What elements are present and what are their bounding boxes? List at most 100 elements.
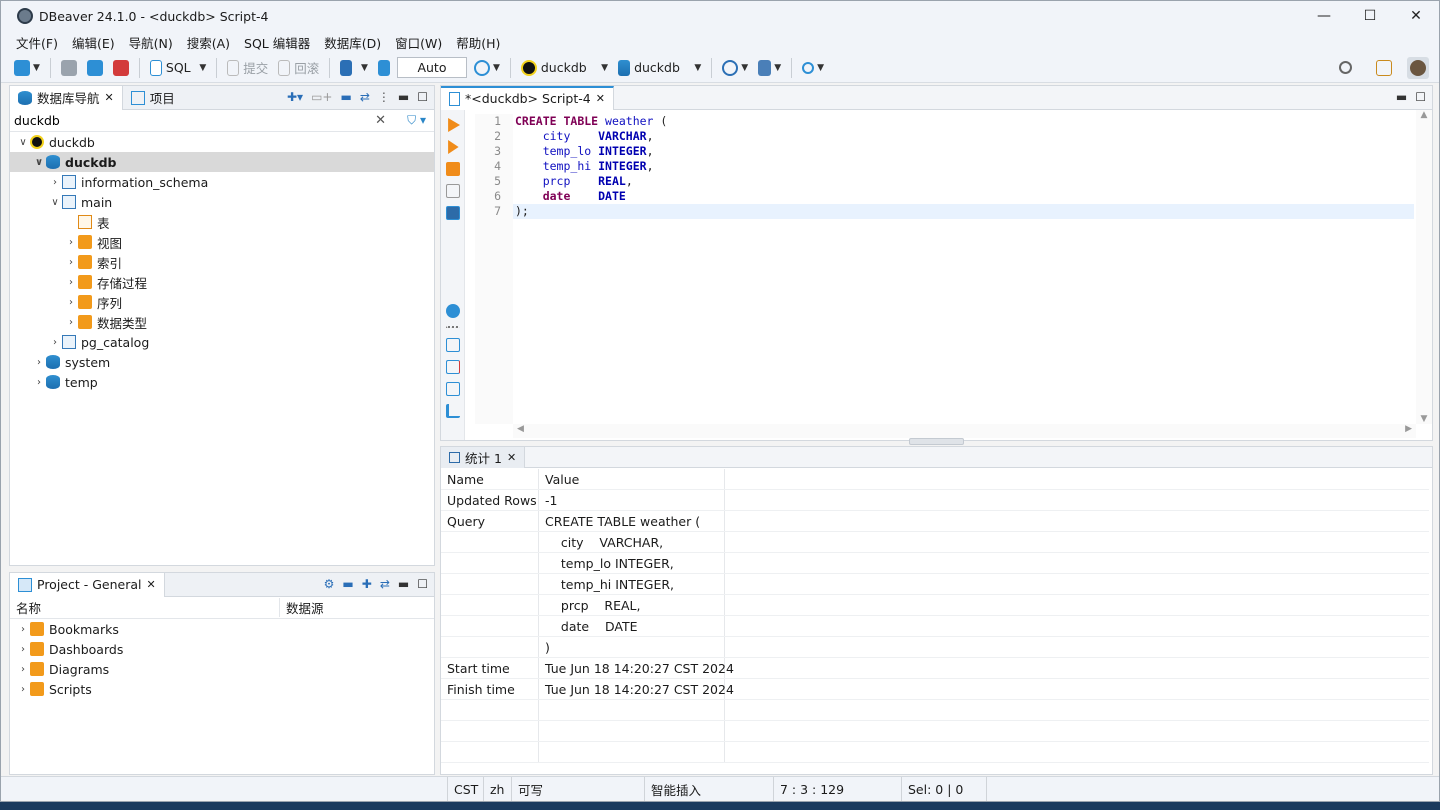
close-icon[interactable]: ✕ (105, 91, 114, 104)
tools-button[interactable]: ▼ (755, 57, 784, 79)
tree-node[interactable]: › 序列 (10, 292, 434, 312)
new-folder-icon[interactable]: ▭+ (311, 90, 332, 104)
project-item[interactable]: › Bookmarks (10, 619, 434, 639)
sql-editor-button[interactable]: SQL ▼ (147, 57, 209, 79)
grid-row[interactable]: temp_lo INTEGER, (441, 553, 1429, 574)
execute-script-icon[interactable] (446, 162, 460, 176)
grid-row[interactable]: temp_hi INTEGER, (441, 574, 1429, 595)
grid-row[interactable]: date DATE (441, 616, 1429, 637)
chevron-icon[interactable]: › (32, 357, 46, 368)
tree-node[interactable]: › 视图 (10, 232, 434, 252)
chevron-right-icon[interactable]: › (16, 664, 30, 675)
dbeaver-perspective-button[interactable] (1407, 56, 1429, 79)
collapse-all-icon[interactable]: ▬ (340, 90, 351, 104)
history-button[interactable]: ▼ (471, 57, 503, 79)
grid-row[interactable]: ) (441, 637, 1429, 658)
link-with-editor-icon[interactable]: ⇄ (360, 90, 370, 104)
search-button[interactable]: ▼ (799, 57, 827, 79)
project-item[interactable]: › Scripts (10, 679, 434, 699)
menu-sql-editor[interactable]: SQL 编辑器 (237, 33, 317, 52)
tree-node[interactable]: ∨ duckdb (10, 132, 434, 152)
chevron-icon[interactable]: ∨ (16, 137, 30, 148)
chevron-icon[interactable]: › (48, 177, 62, 188)
explain-plan-icon[interactable] (446, 184, 460, 198)
menu-database[interactable]: 数据库(D) (317, 33, 388, 52)
tree-node[interactable]: ∨ duckdb (10, 152, 434, 172)
tree-node[interactable]: › temp (10, 372, 434, 392)
navigator-filter-input[interactable] (14, 113, 364, 128)
scroll-down-icon[interactable]: ▼ (1416, 414, 1432, 424)
scroll-right-icon[interactable]: ▶ (1405, 424, 1412, 434)
tab-project-general[interactable]: Project - General ✕ (10, 572, 165, 597)
chevron-icon[interactable]: › (48, 337, 62, 348)
commit-mode-field[interactable]: Auto (396, 57, 467, 78)
grid-row[interactable] (441, 742, 1429, 763)
tree-node[interactable]: › 索引 (10, 252, 434, 272)
chevron-icon[interactable]: › (32, 377, 46, 388)
insert-mode-status[interactable]: 智能插入 (644, 777, 772, 801)
menu-edit[interactable]: 编辑(E) (65, 33, 122, 52)
maximize-view-icon[interactable]: ☐ (1415, 90, 1426, 104)
grid-row[interactable]: prcp REAL, (441, 595, 1429, 616)
grid-row[interactable]: Finish time Tue Jun 18 14:20:27 CST 2024 (441, 679, 1429, 700)
load-script-icon[interactable] (446, 360, 460, 374)
minimize-button[interactable]: — (1301, 1, 1347, 31)
grid-row[interactable] (441, 700, 1429, 721)
tree-node[interactable]: › 数据类型 (10, 312, 434, 332)
scroll-left-icon[interactable]: ◀ (517, 424, 524, 434)
chevron-icon[interactable]: › (64, 237, 78, 248)
menu-navigate[interactable]: 导航(N) (122, 33, 180, 52)
minimize-view-icon[interactable]: ▬ (398, 90, 409, 104)
tree-node[interactable]: › pg_catalog (10, 332, 434, 352)
menu-search[interactable]: 搜索(A) (180, 33, 237, 52)
tree-node[interactable]: 表 (10, 212, 434, 232)
chevron-right-icon[interactable]: › (16, 684, 30, 695)
editor-vertical-scrollbar[interactable]: ▲ ▼ (1416, 110, 1432, 424)
grid-row[interactable]: city VARCHAR, (441, 532, 1429, 553)
view-menu-icon[interactable]: ⋮ (378, 90, 390, 104)
tree-node[interactable]: › information_schema (10, 172, 434, 192)
lock-button[interactable] (375, 57, 393, 79)
chevron-icon[interactable]: ∨ (32, 157, 46, 168)
active-datasource-selector[interactable]: duckdb ▼ (518, 57, 611, 79)
close-icon[interactable]: ✕ (507, 451, 516, 464)
chevron-icon[interactable]: › (64, 277, 78, 288)
execute-statement-icon[interactable] (448, 118, 460, 132)
chevron-right-icon[interactable]: › (16, 644, 30, 655)
connect-button[interactable] (58, 57, 80, 79)
tab-script-4[interactable]: *<duckdb> Script-4 ✕ (441, 85, 614, 110)
chevron-icon[interactable]: ∨ (48, 197, 62, 208)
grid-row[interactable]: Start time Tue Jun 18 14:20:27 CST 2024 (441, 658, 1429, 679)
transaction-mode-button[interactable]: ▼ (337, 57, 371, 79)
editor-results-splitter[interactable] (909, 438, 964, 445)
project-item[interactable]: › Diagrams (10, 659, 434, 679)
editor-horizontal-scrollbar[interactable]: ◀ ▶ (513, 424, 1416, 438)
active-database-selector[interactable]: duckdb ▼ (615, 57, 704, 79)
grid-row[interactable]: Query CREATE TABLE weather ( (441, 511, 1429, 532)
reconnect-button[interactable] (84, 57, 106, 79)
export-icon[interactable] (446, 338, 460, 352)
grid-header-row[interactable]: Name Value (441, 469, 1429, 490)
tree-node[interactable]: › 存储过程 (10, 272, 434, 292)
rollback-button[interactable]: 回滚 (275, 57, 322, 79)
dashboard-button[interactable]: ▼ (719, 57, 751, 79)
open-perspective-button[interactable] (1373, 57, 1395, 79)
chevron-right-icon[interactable]: › (16, 624, 30, 635)
save-script-icon[interactable] (446, 382, 460, 396)
scroll-up-icon[interactable]: ▲ (1416, 110, 1432, 120)
close-icon[interactable]: ✕ (596, 92, 605, 105)
new-connection-icon[interactable]: ✚▾ (287, 90, 303, 104)
project-item[interactable]: › Dashboards (10, 639, 434, 659)
new-connection-button[interactable]: ▼ (11, 57, 43, 79)
expand-all-icon[interactable]: ✚ (362, 577, 372, 591)
maximize-button[interactable]: ☐ (1347, 1, 1393, 31)
tree-node[interactable]: › system (10, 352, 434, 372)
chevron-icon[interactable]: › (64, 297, 78, 308)
settings-gear-icon[interactable] (446, 304, 460, 318)
tree-node[interactable]: ∨ main (10, 192, 434, 212)
menu-file[interactable]: 文件(F) (9, 33, 65, 52)
code-editor[interactable]: CREATE TABLE weather ( city VARCHAR, tem… (513, 114, 1414, 219)
tab-database-navigator[interactable]: 数据库导航 ✕ (10, 85, 123, 110)
commit-button[interactable]: 提交 (224, 57, 271, 79)
grid-row[interactable] (441, 721, 1429, 742)
